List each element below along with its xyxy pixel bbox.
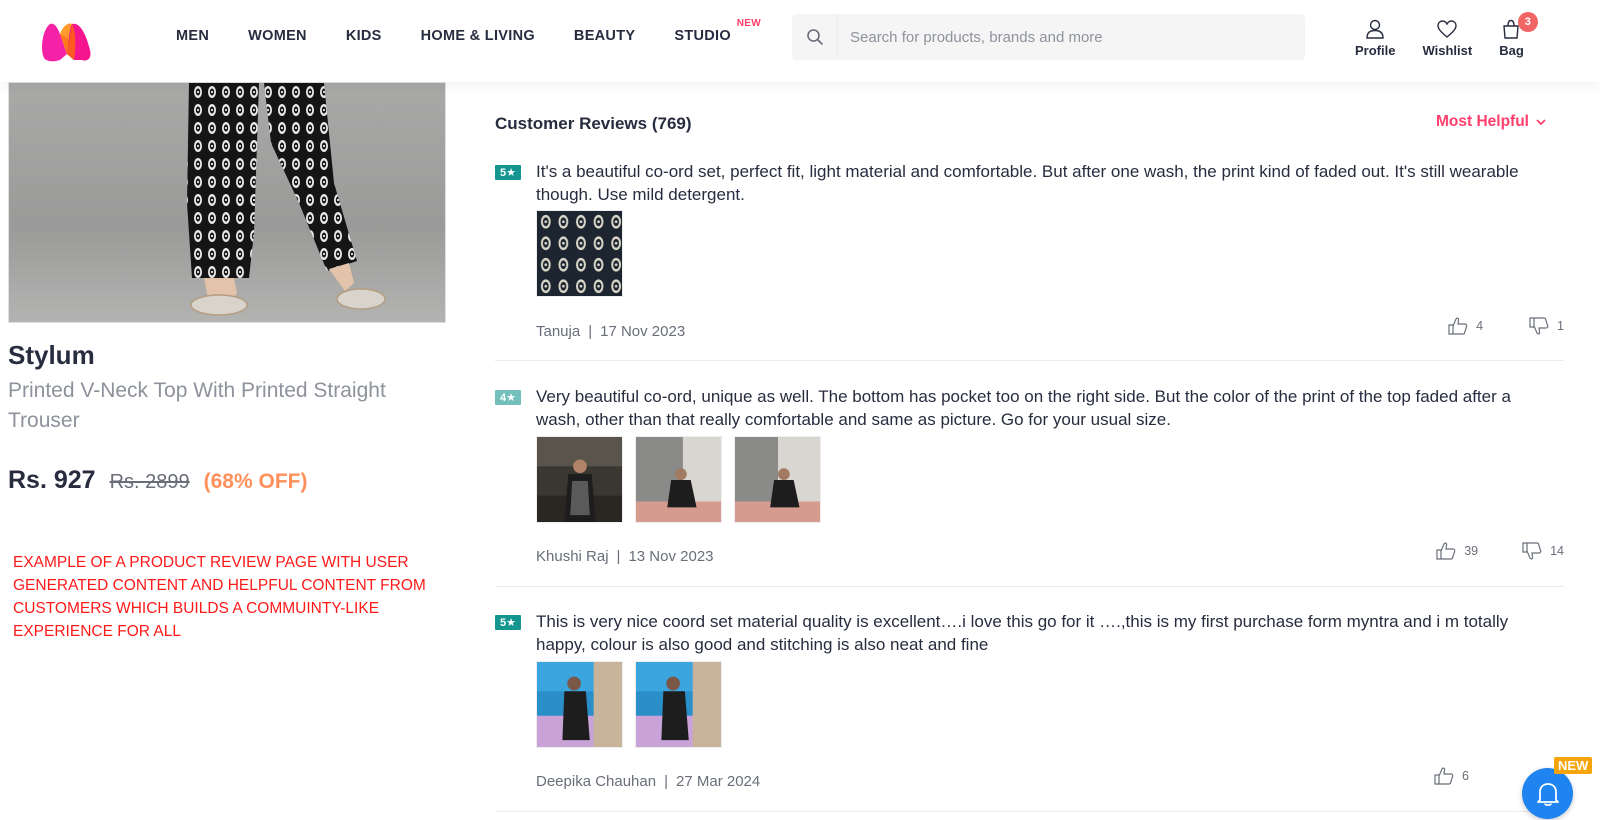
product-image[interactable] — [8, 82, 446, 323]
review-text: This is very nice coord set material qua… — [536, 612, 1509, 654]
discount-label: (68% OFF) — [203, 470, 308, 493]
nav-beauty[interactable]: BEAUTY — [574, 28, 635, 44]
like-button[interactable]: 6 — [1434, 767, 1469, 785]
bag-button[interactable]: Bag 3 — [1499, 12, 1538, 58]
like-button[interactable]: 39 — [1436, 542, 1478, 560]
header-actions: Profile Wishlist Bag 3 — [1355, 12, 1551, 58]
search-icon[interactable] — [792, 14, 838, 60]
review-votes: 4 1 — [1448, 317, 1564, 335]
review-votes: 39 14 — [1436, 542, 1564, 560]
review-item: 5★ This is very nice coord set material … — [495, 610, 1564, 812]
bell-icon — [1536, 782, 1559, 806]
review-author: Tanuja — [536, 323, 581, 340]
review-photos — [536, 661, 734, 748]
review-photo[interactable] — [536, 661, 623, 748]
heart-icon — [1437, 20, 1458, 38]
review-photo[interactable] — [635, 436, 722, 523]
meta-separator: | — [616, 548, 621, 565]
review-item: 5★ It's a beautiful co-ord set, perfect … — [495, 160, 1564, 361]
product-photo — [187, 83, 386, 316]
notification-button[interactable] — [1522, 768, 1573, 819]
dislike-button[interactable]: 14 — [1522, 542, 1564, 560]
review-author: Deepika Chauhan — [536, 773, 657, 790]
rating-badge: 4★ — [495, 390, 521, 405]
review-date: 27 Mar 2024 — [676, 773, 761, 790]
nav-label: WOMEN — [248, 28, 307, 44]
review-meta: Deepika Chauhan | 27 Mar 2024 — [536, 773, 760, 790]
mrp-price: Rs. 2899 — [109, 471, 190, 493]
profile-button[interactable]: Profile — [1355, 18, 1395, 58]
bag-label: Bag — [1499, 43, 1524, 58]
review-photo[interactable] — [536, 436, 623, 523]
rating-badge: 5★ — [495, 615, 521, 630]
rating-badge: 5★ — [495, 165, 521, 180]
review-photos — [536, 436, 833, 523]
sort-dropdown[interactable]: Most Helpful — [1436, 113, 1548, 131]
review-votes: 6 — [1434, 767, 1469, 785]
new-tag: NEW — [736, 18, 761, 29]
chevron-down-icon — [1536, 119, 1546, 126]
price-row: Rs. 927 Rs. 2899 (68% OFF) — [8, 466, 307, 495]
review-photo[interactable] — [536, 210, 623, 297]
review-author: Khushi Raj — [536, 548, 609, 565]
thumbs-up-icon — [1448, 317, 1468, 335]
review-text: Very beautiful co-ord, unique as well. T… — [536, 387, 1511, 429]
site-header: MEN WOMEN KIDS HOME & LIVING BEAUTY STUD… — [0, 0, 1600, 82]
profile-label: Profile — [1355, 43, 1396, 58]
thumbs-up-icon — [1434, 767, 1454, 785]
nav-kids[interactable]: KIDS — [346, 28, 382, 44]
product-name: Printed V-Neck Top With Printed Straight… — [8, 379, 386, 432]
thumbs-down-icon — [1522, 542, 1542, 560]
annotation-note: EXAMPLE OF A PRODUCT REVIEW PAGE WITH US… — [13, 554, 426, 640]
review-photo[interactable] — [635, 661, 722, 748]
new-badge: NEW — [1554, 757, 1593, 774]
bag-count-badge: 3 — [1517, 12, 1538, 32]
dislike-count: 1 — [1557, 319, 1564, 333]
wishlist-button[interactable]: Wishlist — [1422, 18, 1472, 58]
nav-label: HOME & LIVING — [420, 28, 535, 44]
reviews-title: Customer Reviews (769) — [495, 114, 692, 133]
meta-separator: | — [664, 773, 668, 790]
nav-label: KIDS — [345, 28, 382, 44]
review-meta: Tanuja | 17 Nov 2023 — [536, 323, 685, 340]
dislike-count: 14 — [1550, 544, 1564, 558]
selling-price: Rs. 927 — [8, 466, 96, 494]
main-nav: MEN WOMEN KIDS HOME & LIVING BEAUTY STUD… — [176, 18, 770, 44]
nav-studio[interactable]: STUDIO NEW — [674, 18, 760, 44]
like-count: 6 — [1462, 769, 1469, 783]
thumbs-up-icon — [1436, 542, 1456, 560]
wishlist-label: Wishlist — [1422, 43, 1473, 58]
review-photo[interactable] — [734, 436, 821, 523]
thumbs-down-icon — [1529, 317, 1549, 335]
sort-label: Most Helpful — [1436, 113, 1529, 130]
nav-women[interactable]: WOMEN — [248, 28, 307, 44]
nav-men[interactable]: MEN — [176, 28, 209, 44]
review-photos — [536, 210, 635, 297]
search-input[interactable] — [838, 14, 1305, 60]
dislike-button[interactable]: 1 — [1529, 317, 1564, 335]
myntra-logo[interactable] — [38, 20, 96, 62]
search-bar — [792, 14, 1305, 60]
nav-label: MEN — [176, 28, 210, 44]
review-meta: Khushi Raj | 13 Nov 2023 — [536, 548, 714, 565]
review-item: 4★ Very beautiful co-ord, unique as well… — [495, 385, 1564, 587]
product-brand: Stylum — [8, 340, 95, 370]
like-button[interactable]: 4 — [1448, 317, 1483, 335]
review-text: It's a beautiful co-ord set, perfect fit… — [536, 162, 1519, 204]
profile-icon — [1366, 19, 1384, 39]
review-date: 17 Nov 2023 — [600, 323, 686, 340]
review-date: 13 Nov 2023 — [628, 548, 714, 565]
meta-separator: | — [588, 323, 593, 340]
nav-label: BEAUTY — [573, 28, 636, 44]
like-count: 39 — [1464, 544, 1479, 558]
nav-home-living[interactable]: HOME & LIVING — [421, 28, 535, 44]
like-count: 4 — [1476, 319, 1484, 333]
nav-label: STUDIO — [674, 28, 731, 44]
